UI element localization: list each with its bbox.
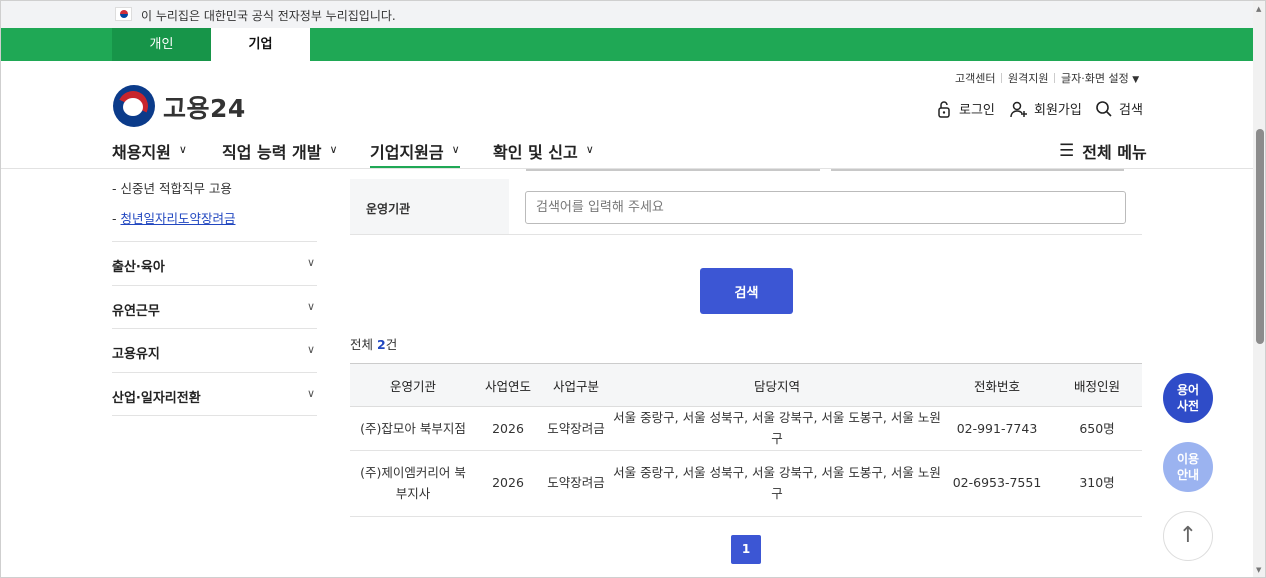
all-menu-label: 전체 메뉴 bbox=[1082, 143, 1147, 162]
column-header: 담당지역 bbox=[612, 363, 942, 407]
login-label: 로그인 bbox=[959, 103, 995, 118]
lock-icon bbox=[938, 100, 950, 118]
sidebar-sub-link[interactable]: - 신중년 적합직무 고용 bbox=[112, 178, 232, 197]
search-button[interactable]: 검색 bbox=[700, 268, 793, 314]
cell-type: 도약장려금 bbox=[540, 450, 612, 517]
util-divider bbox=[1054, 73, 1055, 83]
gov-banner: 이 누리집은 대한민국 공식 전자정부 누리집입니다. bbox=[1, 1, 1253, 28]
sidebar-item-label: 산업·일자리전환 bbox=[112, 391, 201, 406]
cell-region: 서울 중랑구, 서울 성북구, 서울 강북구, 서울 도봉구, 서울 노원구 bbox=[612, 406, 942, 451]
hamburger-icon: ☰ bbox=[1059, 141, 1075, 161]
table-row: (주)제이엠커리어 북부지사 2026 도약장려금 서울 중랑구, 서울 성북구… bbox=[350, 450, 1142, 517]
select-field-edge[interactable] bbox=[831, 169, 1124, 171]
cell-year: 2026 bbox=[476, 406, 540, 451]
sidebar-divider bbox=[112, 415, 317, 416]
org-field-label: 운영기관 bbox=[366, 202, 411, 216]
search-form-row: 운영기관 bbox=[350, 179, 1142, 235]
search-button-header[interactable]: 검색 bbox=[1095, 99, 1143, 118]
result-total: 전체 2건 bbox=[350, 334, 397, 353]
chevron-down-icon: ∨ bbox=[585, 143, 594, 156]
chevron-down-icon: ∨ bbox=[451, 143, 460, 156]
glossary-button[interactable]: 용어 사전 bbox=[1163, 373, 1213, 423]
gnb-confirm-report[interactable]: 확인 및 신고 ∨ bbox=[493, 139, 594, 169]
total-prefix: 전체 bbox=[350, 337, 374, 352]
page-button-current[interactable]: 1 bbox=[731, 535, 761, 564]
search-label: 검색 bbox=[1119, 103, 1143, 118]
user-type-tabs: 개인 기업 bbox=[1, 28, 1253, 61]
cell-quota: 310명 bbox=[1052, 450, 1142, 517]
remote-support-link[interactable]: 원격지원 bbox=[1008, 70, 1048, 86]
gnb-job-skill[interactable]: 직업 능력 개발 ∨ bbox=[222, 139, 338, 169]
tab-individual[interactable]: 개인 bbox=[112, 28, 211, 61]
gnb-label: 채용지원 bbox=[112, 143, 171, 162]
column-header: 배정인원 bbox=[1052, 363, 1142, 407]
cell-year: 2026 bbox=[476, 450, 540, 517]
cell-org: (주)잡모아 북부지점 bbox=[350, 406, 476, 451]
cell-quota: 650명 bbox=[1052, 406, 1142, 451]
gnb-recruit-support[interactable]: 채용지원 ∨ bbox=[112, 139, 187, 169]
sidebar-item-flexible-work[interactable]: 유연근무 ∨ bbox=[112, 285, 317, 329]
column-header: 사업연도 bbox=[476, 363, 540, 407]
form-label-cell: 운영기관 bbox=[350, 179, 509, 234]
sidebar-item-label: 고용유지 bbox=[112, 347, 160, 362]
gnb-label: 기업지원금 bbox=[370, 143, 444, 162]
search-icon bbox=[1096, 100, 1112, 117]
gnb-label: 확인 및 신고 bbox=[493, 143, 578, 162]
login-button[interactable]: 로그인 bbox=[935, 99, 995, 118]
total-count: 2 bbox=[377, 337, 386, 352]
table-header-row: 운영기관 사업연도 사업구분 담당지역 전화번호 배정인원 bbox=[350, 363, 1142, 407]
usage-guide-button[interactable]: 이용 안내 bbox=[1163, 442, 1213, 492]
logo-text[interactable]: 고용24 bbox=[163, 89, 246, 125]
chevron-down-icon: ▼ bbox=[1132, 75, 1140, 85]
column-header: 전화번호 bbox=[942, 363, 1052, 407]
korean-flag-icon bbox=[115, 7, 132, 21]
gov-banner-text: 이 누리집은 대한민국 공식 전자정부 누리집입니다. bbox=[141, 9, 396, 23]
cell-org: (주)제이엠커리어 북부지사 bbox=[350, 450, 476, 517]
sidebar-sub-link-active[interactable]: - 청년일자리도약장려금 bbox=[112, 208, 236, 227]
sidebar-item-label: 유연근무 bbox=[112, 304, 160, 319]
sidebar-item-label: 출산·육아 bbox=[112, 260, 165, 275]
scroll-up-icon[interactable]: ▲ bbox=[1256, 5, 1261, 13]
chevron-down-icon: ∨ bbox=[178, 143, 187, 156]
chevron-down-icon: ∨ bbox=[306, 300, 315, 313]
chevron-down-icon: ∨ bbox=[306, 387, 315, 400]
sidebar-item-industry-transition[interactable]: 산업·일자리전환 ∨ bbox=[112, 372, 317, 416]
column-header: 운영기관 bbox=[350, 363, 476, 407]
page-scrollbar[interactable]: ▲ ▼ bbox=[1253, 1, 1265, 577]
goyong24-logo-icon[interactable] bbox=[113, 85, 155, 127]
sidebar-sub-label: 청년일자리도약장려금 bbox=[120, 211, 236, 226]
total-suffix: 건 bbox=[385, 337, 398, 352]
scroll-top-button[interactable]: ↑ bbox=[1163, 511, 1213, 561]
gnb-label: 직업 능력 개발 bbox=[222, 143, 322, 162]
cell-phone: 02-991-7743 bbox=[942, 406, 1052, 451]
chevron-down-icon: ∨ bbox=[306, 343, 315, 356]
select-field-edge[interactable] bbox=[526, 169, 820, 171]
results-table: 운영기관 사업연도 사업구분 담당지역 전화번호 배정인원 (주)잡모아 북부지… bbox=[350, 363, 1142, 517]
display-settings-label: 글자·화면 설정 bbox=[1061, 72, 1129, 85]
signup-label: 회원가입 bbox=[1034, 103, 1082, 118]
tab-business[interactable]: 기업 bbox=[211, 28, 310, 61]
chevron-down-icon: ∨ bbox=[329, 143, 338, 156]
org-search-input[interactable] bbox=[525, 191, 1126, 224]
scrollbar-thumb[interactable] bbox=[1256, 129, 1264, 344]
chevron-down-icon: ∨ bbox=[306, 256, 315, 269]
all-menu-button[interactable]: ☰ 전체 메뉴 bbox=[1059, 139, 1147, 163]
customer-center-link[interactable]: 고객센터 bbox=[955, 70, 995, 86]
cell-phone: 02-6953-7551 bbox=[942, 450, 1052, 517]
scroll-down-icon[interactable]: ▼ bbox=[1256, 566, 1261, 574]
column-header: 사업구분 bbox=[540, 363, 612, 407]
cell-type: 도약장려금 bbox=[540, 406, 612, 451]
display-settings-link[interactable]: 글자·화면 설정 ▼ bbox=[1061, 70, 1139, 86]
table-row: (주)잡모아 북부지점 2026 도약장려금 서울 중랑구, 서울 성북구, 서… bbox=[350, 406, 1142, 451]
gnb-business-subsidy[interactable]: 기업지원금 ∨ bbox=[370, 139, 460, 169]
sidebar-item-employment-retention[interactable]: 고용유지 ∨ bbox=[112, 328, 317, 372]
cell-region: 서울 중랑구, 서울 성북구, 서울 강북구, 서울 도봉구, 서울 노원구 bbox=[612, 450, 942, 517]
signup-button[interactable]: 회원가입 bbox=[1010, 99, 1082, 118]
sidebar-sub-label: 신중년 적합직무 고용 bbox=[120, 181, 232, 196]
arrow-up-icon: ↑ bbox=[1178, 523, 1198, 549]
util-divider bbox=[1001, 73, 1002, 83]
sidebar-item-childbirth[interactable]: 출산·육아 ∨ bbox=[112, 241, 317, 285]
user-plus-icon bbox=[1010, 101, 1027, 117]
browser-viewport: 이 누리집은 대한민국 공식 전자정부 누리집입니다. 개인 기업 고객센터 원… bbox=[0, 0, 1266, 578]
